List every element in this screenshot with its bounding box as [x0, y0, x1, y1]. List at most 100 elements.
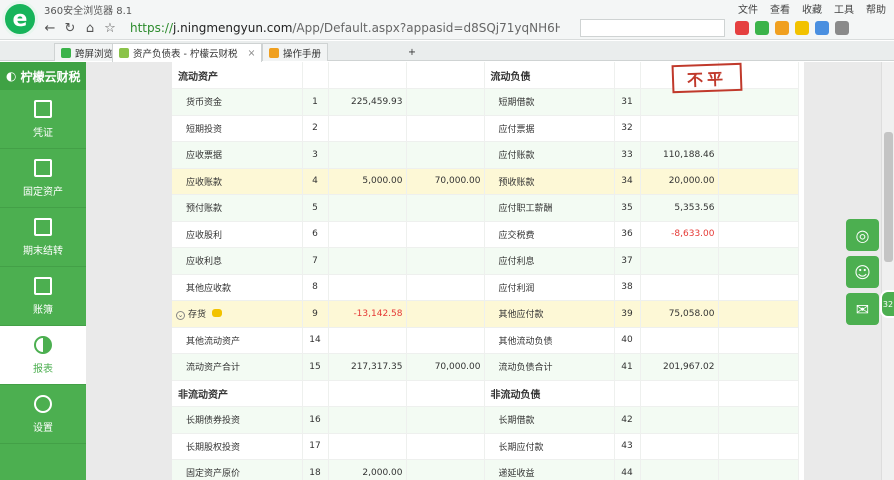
ending-balance[interactable]: 217,317.35 [328, 353, 407, 381]
sidebar-item-settings[interactable]: 设置 [0, 385, 86, 444]
expand-chevron-icon[interactable]: ⌄ [176, 311, 185, 321]
ending-balance[interactable] [640, 274, 719, 301]
gear-icon [34, 394, 52, 413]
ending-balance[interactable]: 110,188.46 [640, 141, 719, 169]
beginning-balance[interactable] [406, 300, 485, 328]
beginning-balance[interactable] [406, 221, 485, 248]
menu-view[interactable]: 查看 [770, 1, 790, 16]
beginning-balance[interactable] [718, 353, 799, 381]
extension-icon[interactable] [815, 21, 829, 35]
beginning-balance[interactable] [406, 115, 485, 142]
menu-file[interactable]: 文件 [738, 1, 758, 16]
ending-balance[interactable] [640, 115, 719, 142]
beginning-balance[interactable] [406, 194, 485, 222]
line-number: 38 [614, 274, 641, 301]
ending-balance[interactable]: 225,459.93 [328, 88, 407, 116]
ending-balance[interactable]: 201,967.02 [640, 353, 719, 381]
ending-balance[interactable] [328, 247, 407, 275]
ending-balance[interactable] [640, 327, 719, 354]
sidebar-item-ledger[interactable]: 账簿 [0, 267, 86, 326]
line-number: 2 [302, 115, 329, 142]
url-field[interactable]: https://j.ningmengyun.com/App/Default.as… [130, 18, 560, 38]
extension-icon[interactable] [735, 21, 749, 35]
sidebar: ◐ 柠檬云财税 凭证 固定资产 期末结转 账簿 报表 设置 [0, 62, 86, 480]
beginning-balance[interactable] [718, 300, 799, 328]
ending-balance[interactable] [640, 459, 719, 480]
sidebar-item-reports[interactable]: 报表 [0, 326, 86, 385]
qq-icon[interactable]: ◎ [846, 219, 879, 251]
notification-badge[interactable]: 32 [880, 290, 894, 318]
ending-balance[interactable] [328, 221, 407, 248]
ending-balance[interactable] [328, 141, 407, 169]
ending-balance[interactable] [328, 327, 407, 354]
star-icon[interactable]: ☆ [102, 20, 118, 36]
menu-help[interactable]: 帮助 [866, 1, 886, 16]
beginning-balance[interactable] [406, 433, 485, 460]
close-icon[interactable]: × [247, 48, 255, 59]
ending-balance[interactable]: 5,353.56 [640, 194, 719, 222]
search-input[interactable] [580, 19, 725, 37]
ending-balance[interactable] [640, 433, 719, 460]
back-icon[interactable]: ← [42, 20, 58, 36]
ending-balance[interactable]: -13,142.58 [328, 300, 407, 328]
ending-balance[interactable] [328, 274, 407, 301]
ending-balance[interactable]: 2,000.00 [328, 459, 407, 480]
extension-icon[interactable] [795, 21, 809, 35]
coin-icon[interactable] [212, 309, 223, 318]
extension-icon[interactable] [755, 21, 769, 35]
beginning-balance[interactable] [718, 406, 799, 434]
beginning-balance[interactable] [718, 115, 799, 142]
ending-balance[interactable]: 20,000.00 [640, 168, 719, 195]
beginning-balance[interactable] [406, 274, 485, 301]
beginning-balance[interactable] [718, 327, 799, 354]
tab-cross-screen[interactable]: 跨屏浏览 [54, 43, 121, 61]
extension-icon[interactable] [835, 21, 849, 35]
beginning-balance[interactable]: 70,000.00 [406, 353, 485, 381]
ending-balance[interactable] [328, 194, 407, 222]
beginning-balance[interactable] [406, 247, 485, 275]
ending-balance[interactable] [640, 247, 719, 275]
beginning-balance[interactable] [406, 141, 485, 169]
ending-balance[interactable]: 5,000.00 [328, 168, 407, 195]
beginning-balance[interactable] [718, 194, 799, 222]
ending-balance[interactable] [328, 433, 407, 460]
beginning-balance[interactable] [718, 247, 799, 275]
scrollbar[interactable] [881, 62, 894, 480]
ending-balance[interactable] [640, 406, 719, 434]
sidebar-item-period-close[interactable]: 期末结转 [0, 208, 86, 267]
beginning-balance[interactable]: 70,000.00 [406, 168, 485, 195]
beginning-balance[interactable] [718, 141, 799, 169]
ending-balance[interactable] [328, 406, 407, 434]
scrollbar-thumb[interactable] [884, 132, 893, 262]
line-number: 1 [302, 88, 329, 116]
menu-tools[interactable]: 工具 [834, 1, 854, 16]
home-icon[interactable]: ⌂ [82, 20, 98, 36]
line-number: 44 [614, 459, 641, 480]
beginning-balance[interactable] [406, 459, 485, 480]
beginning-balance[interactable] [718, 433, 799, 460]
ending-balance[interactable]: -8,633.00 [640, 221, 719, 248]
tab-balance-sheet[interactable]: 资产负债表 - 柠檬云财税 × [112, 43, 263, 62]
item-name: 货币资金 [172, 88, 303, 116]
beginning-balance[interactable] [406, 406, 485, 434]
sidebar-item-fixed-assets[interactable]: 固定资产 [0, 149, 86, 208]
new-tab-button[interactable]: + [402, 43, 422, 61]
menu-favorites[interactable]: 收藏 [802, 1, 822, 16]
wechat-icon[interactable]: ✉ [846, 293, 879, 325]
beginning-balance[interactable] [406, 327, 485, 354]
extension-icon[interactable] [775, 21, 789, 35]
beginning-balance[interactable] [718, 168, 799, 195]
refresh-icon[interactable]: ↻ [62, 20, 78, 36]
contact-icon[interactable]: ☺ [846, 256, 879, 288]
beginning-balance[interactable] [718, 221, 799, 248]
beginning-balance[interactable] [718, 459, 799, 480]
ending-balance[interactable] [328, 115, 407, 142]
beginning-balance[interactable] [718, 88, 799, 116]
tab-manual[interactable]: 操作手册 [262, 43, 329, 61]
beginning-balance[interactable] [406, 88, 485, 116]
sidebar-item-label: 期末结转 [23, 245, 63, 257]
item-name: 应付账款 [484, 141, 615, 169]
sidebar-item-voucher[interactable]: 凭证 [0, 90, 86, 149]
beginning-balance[interactable] [718, 274, 799, 301]
ending-balance[interactable]: 75,058.00 [640, 300, 719, 328]
